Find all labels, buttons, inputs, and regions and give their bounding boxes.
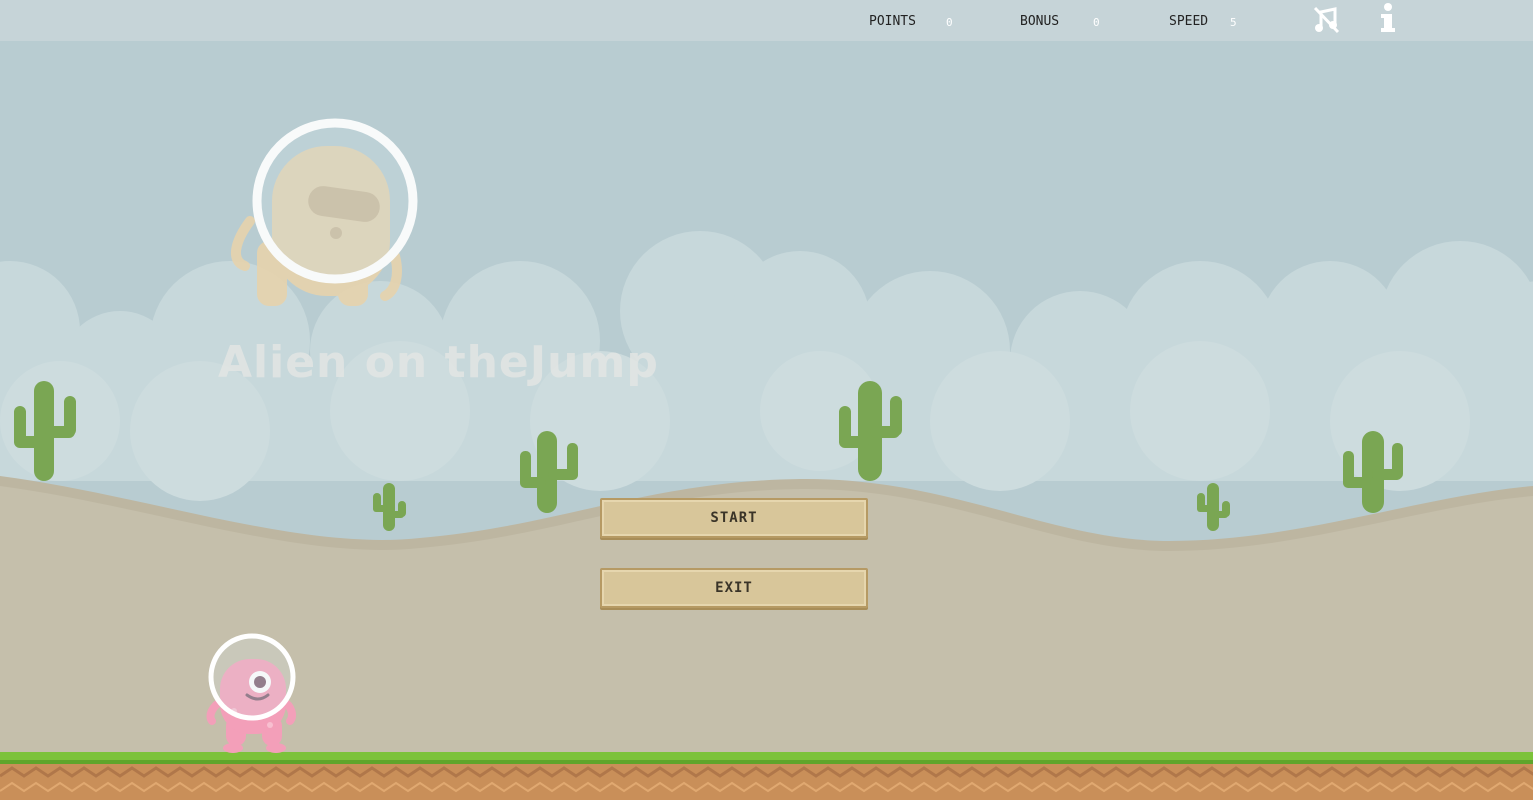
- hud-bar: POINTS 0 BONUS 0 SPEED 5: [0, 0, 1533, 41]
- exit-button[interactable]: EXIT: [600, 568, 868, 608]
- bonus-label: BONUS: [1020, 14, 1060, 29]
- bonus-value: 0: [1093, 16, 1100, 29]
- cactus: [1197, 483, 1230, 531]
- speed-label: SPEED: [1169, 14, 1209, 29]
- background-art: [0, 118, 1533, 800]
- game-title: Alien on theJump: [218, 337, 659, 388]
- title-alien-logo: [231, 118, 418, 306]
- points-label: POINTS: [869, 14, 916, 29]
- points-value: 0: [946, 16, 953, 29]
- speed-value: 5: [1230, 16, 1237, 29]
- music-muted-icon[interactable]: [1311, 2, 1341, 36]
- start-button[interactable]: START: [600, 498, 868, 538]
- game-scene: Alien on theJump START EXIT: [0, 41, 1533, 800]
- cactus: [373, 483, 406, 531]
- info-icon[interactable]: [1375, 2, 1405, 36]
